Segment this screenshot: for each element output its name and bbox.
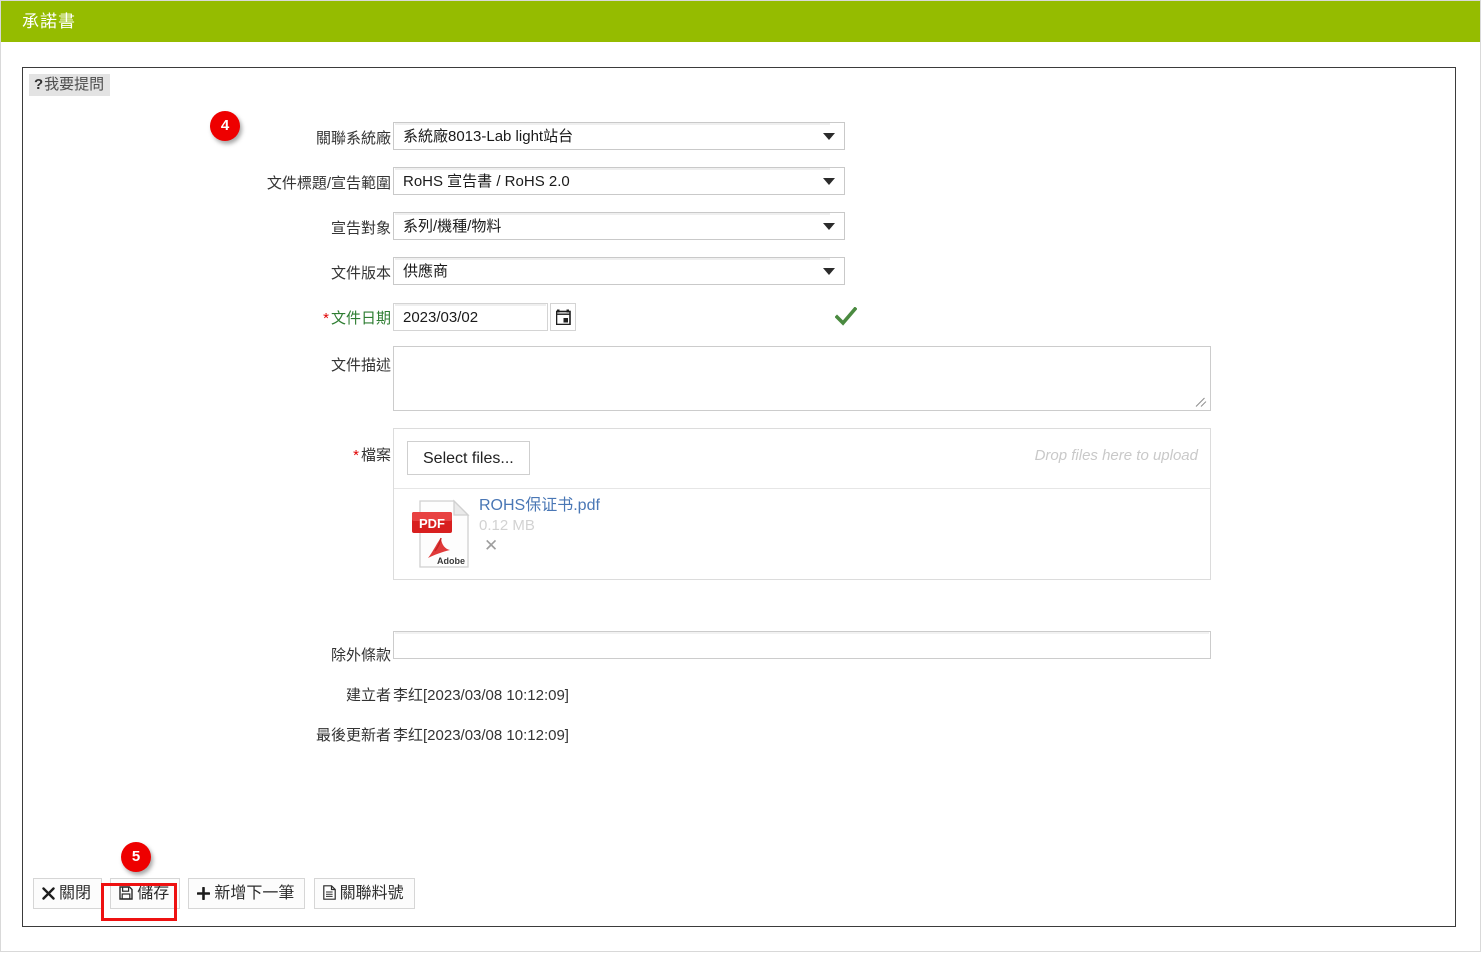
close-x-icon bbox=[42, 887, 55, 900]
document-date-value: 2023/03/02 bbox=[403, 309, 479, 326]
uploader-header: Select files... Drop files here to uploa… bbox=[394, 429, 1210, 489]
chevron-down-icon bbox=[823, 178, 835, 185]
document-description-textarea[interactable] bbox=[393, 346, 1211, 411]
save-button[interactable]: 儲存 bbox=[110, 878, 181, 909]
remove-file-button[interactable]: ✕ bbox=[484, 537, 498, 555]
exclusion-clause-input[interactable] bbox=[393, 631, 1211, 659]
add-next-record-button[interactable]: 新增下一筆 bbox=[188, 878, 306, 909]
select-declaration-target[interactable]: 系列/機種/物料 bbox=[393, 212, 845, 240]
chevron-down-icon bbox=[823, 133, 835, 140]
label-document-date-text: 文件日期 bbox=[330, 310, 391, 327]
uploaded-file-row: PDF Adobe ROHS保证书.pdf 0.12 MB ✕ bbox=[394, 489, 1210, 579]
creator-value: 李红[2023/03/08 10:12:09] bbox=[393, 687, 569, 704]
label-document-date: * 文件日期 bbox=[241, 309, 391, 329]
uploaded-file-size: 0.12 MB bbox=[479, 517, 535, 534]
textarea-resize-handle[interactable] bbox=[1195, 395, 1209, 409]
select-document-version[interactable]: 供應商 bbox=[393, 257, 845, 285]
label-last-updater: 最後更新者 bbox=[315, 727, 391, 744]
svg-text:PDF: PDF bbox=[419, 516, 445, 531]
svg-text:Adobe: Adobe bbox=[437, 556, 465, 566]
select-related-system-plant-value: 系統廠8013-Lab light站台 bbox=[403, 128, 574, 145]
chevron-down-icon bbox=[823, 223, 835, 230]
label-file: * 檔案 bbox=[241, 446, 391, 466]
label-file-text: 檔案 bbox=[360, 447, 391, 464]
label-document-description: 文件描述 bbox=[330, 357, 391, 374]
save-floppy-icon bbox=[119, 886, 133, 900]
page-title: 承諾書 bbox=[22, 12, 76, 31]
select-files-button[interactable]: Select files... bbox=[407, 441, 530, 475]
calendar-icon bbox=[556, 309, 571, 325]
label-creator: 建立者 bbox=[345, 687, 391, 704]
label-document-version: 文件版本 bbox=[330, 265, 391, 282]
chevron-down-icon bbox=[823, 268, 835, 275]
check-icon bbox=[834, 306, 858, 326]
file-uploader: Select files... Drop files here to uploa… bbox=[393, 428, 1211, 580]
drop-files-hint: Drop files here to upload bbox=[1034, 447, 1198, 464]
label-declaration-target: 宣告對象 bbox=[330, 220, 391, 237]
ask-question-tab-label: 我要提問 bbox=[44, 76, 105, 93]
question-mark-icon: ? bbox=[34, 76, 44, 93]
uploaded-file-name[interactable]: ROHS保证书.pdf bbox=[479, 496, 600, 516]
required-asterisk: * bbox=[353, 447, 359, 464]
date-valid-status-icon bbox=[834, 306, 858, 327]
select-related-system-plant[interactable]: 系統廠8013-Lab light站台 bbox=[393, 122, 845, 150]
select-document-title-scope[interactable]: RoHS 宣告書 / RoHS 2.0 bbox=[393, 167, 845, 195]
close-button[interactable]: 關閉 bbox=[33, 878, 103, 909]
label-document-title-scope: 文件標題/宣告範圍 bbox=[266, 175, 391, 192]
document-icon bbox=[322, 885, 336, 900]
label-exclusion-clause: 除外條款 bbox=[330, 647, 391, 664]
related-part-number-button-label: 關聯料號 bbox=[339, 885, 404, 902]
pdf-icon: PDF Adobe bbox=[412, 499, 470, 568]
step-badge-5: 5 bbox=[121, 842, 151, 872]
required-asterisk: * bbox=[323, 310, 329, 327]
plus-icon bbox=[197, 887, 211, 900]
select-document-title-scope-value: RoHS 宣告書 / RoHS 2.0 bbox=[403, 173, 570, 190]
form-action-buttons: 關閉 儲存 新增下一筆 關聯料號 bbox=[33, 878, 419, 910]
last-updater-value: 李红[2023/03/08 10:12:09] bbox=[393, 727, 569, 744]
window-titlebar: 承諾書 bbox=[1, 1, 1480, 42]
select-document-version-value: 供應商 bbox=[403, 263, 449, 280]
step-badge-4: 4 bbox=[210, 111, 240, 141]
calendar-picker-button[interactable] bbox=[550, 303, 576, 331]
save-button-label: 儲存 bbox=[137, 885, 170, 902]
document-date-input[interactable]: 2023/03/02 bbox=[393, 303, 548, 331]
label-related-system-plant: 關聯系統廠 bbox=[315, 130, 391, 147]
form-panel: 關聯系統廠 系統廠8013-Lab light站台 文件標題/宣告範圍 RoHS… bbox=[22, 67, 1456, 927]
close-button-label: 關閉 bbox=[59, 885, 92, 902]
select-declaration-target-value: 系列/機種/物料 bbox=[403, 218, 502, 235]
ask-question-tab[interactable]: ?我要提問 bbox=[29, 74, 111, 96]
add-next-record-button-label: 新增下一筆 bbox=[214, 885, 295, 902]
related-part-number-button[interactable]: 關聯料號 bbox=[313, 878, 415, 909]
